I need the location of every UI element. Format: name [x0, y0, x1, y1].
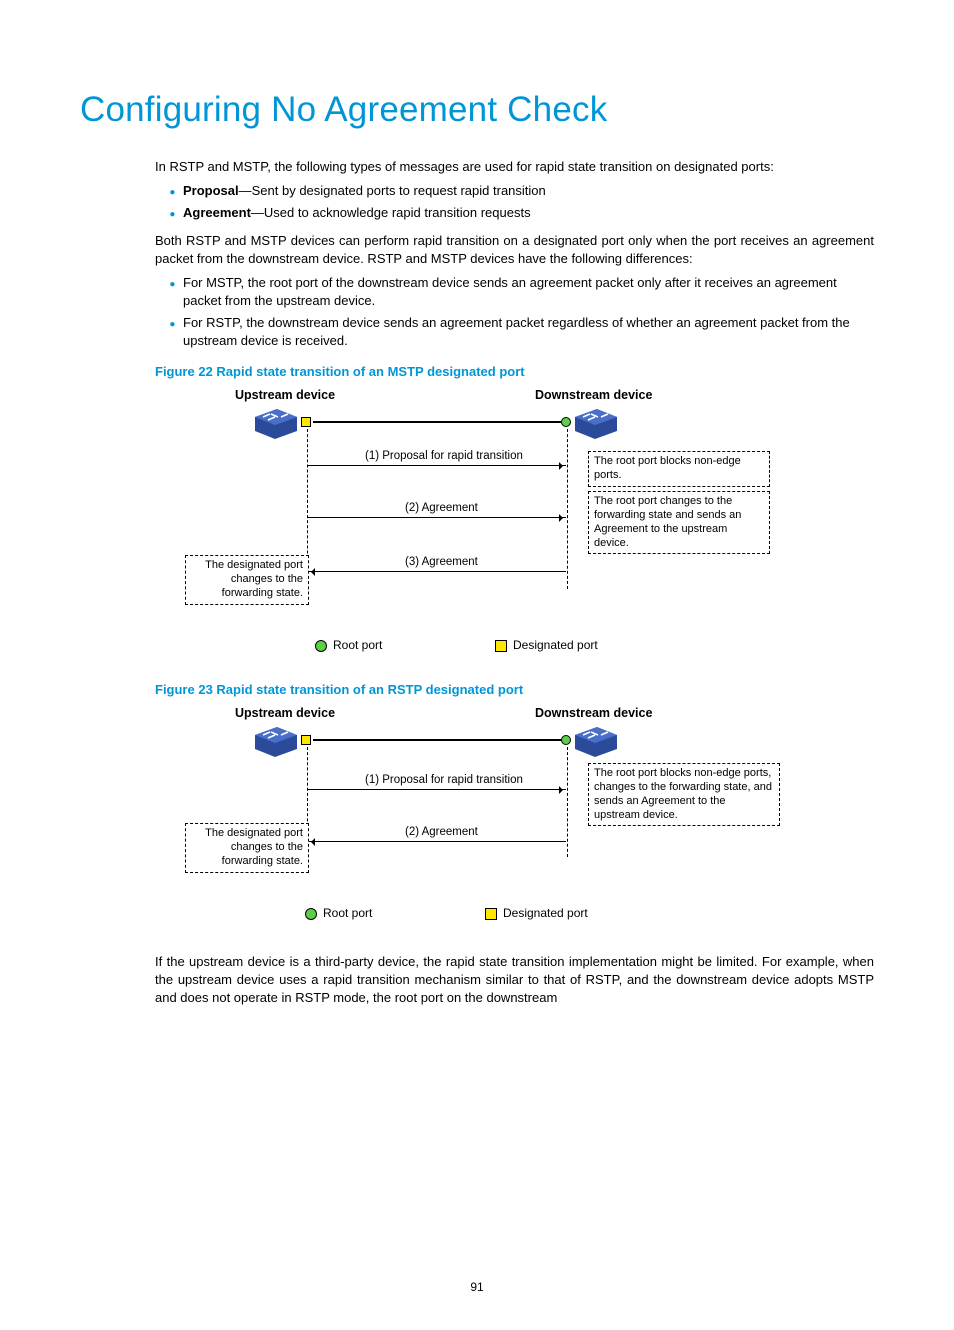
designated-port-icon	[301, 417, 311, 427]
paragraph-2: Both RSTP and MSTP devices can perform r…	[155, 232, 874, 268]
downstream-label: Downstream device	[535, 387, 652, 404]
msg2-label: (2) Agreement	[405, 825, 478, 841]
downstream-label: Downstream device	[535, 705, 652, 722]
link-line	[313, 421, 561, 423]
arrow-right	[308, 465, 566, 466]
msg2-label: (2) Agreement	[405, 501, 478, 517]
note-box-1: The root port blocks non-edge ports.	[588, 451, 770, 487]
list-item: Agreement—Used to acknowledge rapid tran…	[181, 204, 874, 222]
figure-23-caption: Figure 23 Rapid state transition of an R…	[155, 681, 874, 699]
page-number: 91	[0, 1280, 954, 1294]
body-content: In RSTP and MSTP, the following types of…	[155, 158, 874, 1007]
note-box-3: The designated port changes to the forwa…	[185, 555, 309, 604]
root-port-icon	[561, 735, 571, 745]
bullet-list-2: For MSTP, the root port of the downstrea…	[155, 274, 874, 350]
upstream-label: Upstream device	[235, 387, 335, 404]
closing-paragraph: If the upstream device is a third-party …	[155, 953, 874, 1007]
link-line	[313, 739, 561, 741]
figure-23: Upstream device Downstream device (1) Pr…	[195, 705, 835, 935]
timeline-right	[567, 747, 568, 857]
figure-22-caption: Figure 22 Rapid state transition of an M…	[155, 363, 874, 381]
bullet-list-1: Proposal—Sent by designated ports to req…	[155, 182, 874, 222]
list-item: For RSTP, the downstream device sends an…	[181, 314, 874, 350]
arrow-right	[308, 517, 566, 518]
switch-icon	[575, 727, 617, 753]
msg3-label: (3) Agreement	[405, 555, 478, 571]
list-item: For MSTP, the root port of the downstrea…	[181, 274, 874, 310]
legend-designated-port: Designated port	[495, 637, 598, 654]
arrow-left	[308, 841, 566, 842]
msg1-label: (1) Proposal for rapid transition	[365, 449, 523, 465]
note-box-2: The designated port changes to the forwa…	[185, 823, 309, 872]
figure-22: Upstream device Downstream device (1) Pr…	[195, 387, 835, 667]
switch-icon	[255, 727, 297, 753]
switch-icon	[575, 409, 617, 435]
note-box-2: The root port changes to the forwarding …	[588, 491, 770, 554]
timeline-right	[567, 429, 568, 589]
page-title: Configuring No Agreement Check	[80, 90, 874, 130]
legend-root-port: Root port	[305, 905, 372, 922]
upstream-label: Upstream device	[235, 705, 335, 722]
arrow-right	[308, 789, 566, 790]
designated-port-icon	[301, 735, 311, 745]
arrow-left	[308, 571, 566, 572]
intro-paragraph: In RSTP and MSTP, the following types of…	[155, 158, 874, 176]
note-box-1: The root port blocks non-edge ports, cha…	[588, 763, 780, 826]
legend-root-port: Root port	[315, 637, 382, 654]
switch-icon	[255, 409, 297, 435]
root-port-icon	[561, 417, 571, 427]
msg1-label: (1) Proposal for rapid transition	[365, 773, 523, 789]
list-item: Proposal—Sent by designated ports to req…	[181, 182, 874, 200]
legend-designated-port: Designated port	[485, 905, 588, 922]
